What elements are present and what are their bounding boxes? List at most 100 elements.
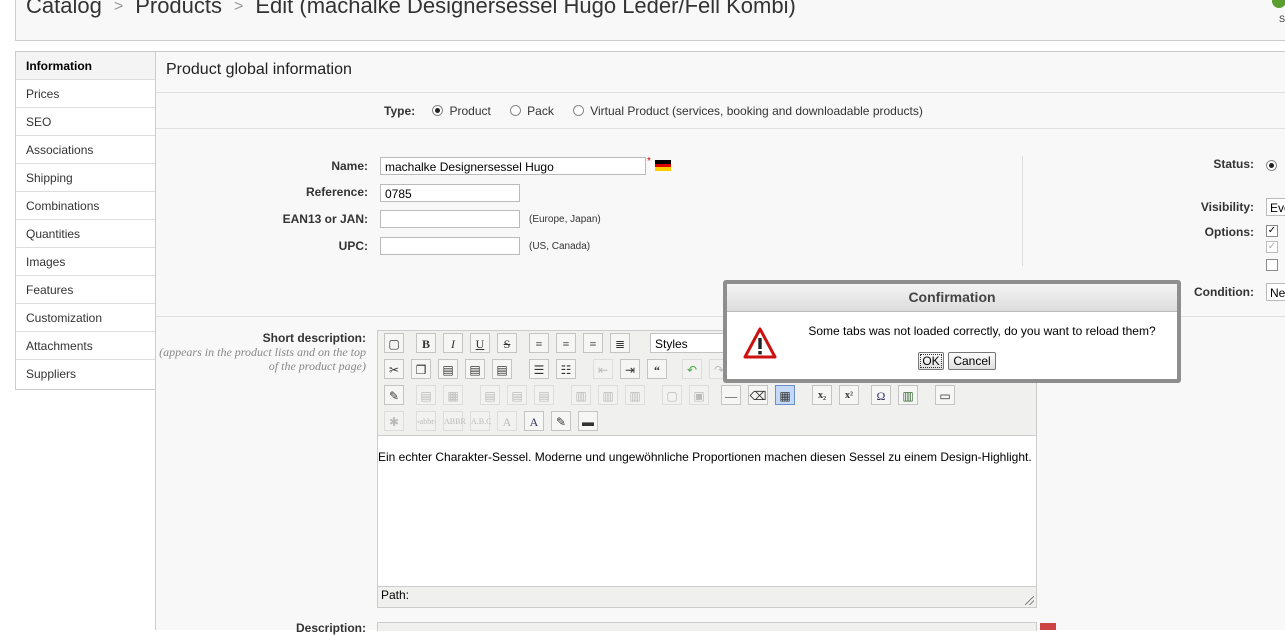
paste-text-icon[interactable]: ▤ [465, 359, 485, 379]
option-show-price-checkbox[interactable]: ✓ [1266, 241, 1278, 253]
numbered-list-icon[interactable]: ☷ [556, 359, 576, 379]
cut-icon[interactable]: ✂ [384, 359, 404, 379]
styles-select[interactable]: Styles [650, 333, 730, 353]
description-editor-toolbar [377, 622, 1037, 631]
visibility-select[interactable]: Eve [1266, 198, 1285, 216]
type-product-label[interactable]: Product [449, 104, 490, 118]
tab-features[interactable]: Features [16, 276, 156, 304]
delete-row-icon[interactable]: ▤ [534, 385, 554, 405]
acronym-icon[interactable]: ABBR [443, 411, 466, 431]
breadcrumb: Catalog > Products > Edit (machalke Designer… [26, 0, 796, 19]
font-color-icon[interactable]: A [524, 411, 544, 431]
tab-suppliers[interactable]: Suppliers [16, 360, 156, 389]
attributes-icon[interactable]: ✎ [551, 411, 571, 431]
italic-icon[interactable]: I [443, 333, 463, 353]
cancel-button[interactable]: Cancel [948, 352, 996, 370]
tab-customization[interactable]: Customization [16, 304, 156, 332]
merge-cells-icon[interactable]: ▣ [689, 385, 709, 405]
reference-input[interactable]: 0785 [380, 184, 520, 202]
indent-icon[interactable]: ⇥ [620, 359, 640, 379]
horizontal-rule-icon[interactable]: — [721, 385, 741, 405]
breadcrumb-catalog[interactable]: Catalog [26, 0, 102, 18]
tab-information[interactable]: Information [16, 52, 156, 80]
ean13-label: EAN13 or JAN: [282, 212, 368, 226]
germany-flag-icon[interactable] [655, 160, 671, 171]
copy-icon[interactable]: ❐ [411, 359, 431, 379]
edit-css-icon[interactable]: ✎ [384, 385, 404, 405]
reference-label: Reference: [305, 185, 368, 199]
special-char-icon[interactable]: Ω [871, 385, 891, 405]
tab-seo[interactable]: SEO [16, 108, 156, 136]
visual-aid-icon[interactable]: ✱ [384, 411, 404, 431]
strikethrough-icon[interactable]: S [497, 333, 517, 353]
delete-text-icon[interactable]: A [497, 411, 517, 431]
underline-icon[interactable]: U [470, 333, 490, 353]
divider [156, 92, 1285, 93]
tab-associations[interactable]: Associations [16, 136, 156, 164]
blockquote-icon[interactable]: “ [647, 359, 667, 379]
type-pack-radio[interactable] [510, 105, 522, 116]
align-left-icon[interactable]: ≡ [529, 333, 549, 353]
insert-row-before-icon[interactable]: ▤ [480, 385, 500, 405]
option-online-only-checkbox[interactable] [1266, 259, 1278, 271]
product-tabs-sidebar: Information Prices SEO Associations Ship… [15, 51, 156, 390]
type-virtual-radio[interactable] [573, 105, 585, 116]
tab-images[interactable]: Images [16, 248, 156, 276]
cite-icon[interactable]: A.B.C [470, 411, 491, 431]
align-justify-icon[interactable]: ≣ [610, 333, 630, 353]
status-label: Status: [1213, 157, 1254, 171]
delete-col-icon[interactable]: ▥ [625, 385, 645, 405]
breadcrumb-products[interactable]: Products [135, 0, 222, 18]
tab-attachments[interactable]: Attachments [16, 332, 156, 360]
options-label: Options: [1204, 225, 1254, 239]
ean13-hint: (Europe, Japan) [529, 214, 601, 225]
name-input[interactable]: machalke Designersessel Hugo [380, 157, 646, 175]
divider [156, 128, 1285, 129]
paste-icon[interactable]: ▤ [438, 359, 458, 379]
table-row-props-icon[interactable]: ▤ [416, 385, 436, 405]
tab-combinations[interactable]: Combinations [16, 192, 156, 220]
tab-shipping[interactable]: Shipping [16, 164, 156, 192]
save-icon[interactable] [1272, 0, 1285, 8]
tab-prices[interactable]: Prices [16, 80, 156, 108]
type-pack-label[interactable]: Pack [527, 104, 554, 118]
align-right-icon[interactable]: ≡ [583, 333, 603, 353]
media-icon[interactable]: ▥ [898, 385, 918, 405]
table-cell-props-icon[interactable]: ▦ [443, 385, 463, 405]
insert-col-after-icon[interactable]: ▥ [598, 385, 618, 405]
dialog-message: Some tabs was not loaded correctly, do y… [808, 324, 1156, 338]
align-center-icon[interactable]: ≡ [556, 333, 576, 353]
ean13-input[interactable] [380, 210, 520, 228]
subscript-icon[interactable]: x₂ [812, 385, 832, 405]
new-document-icon[interactable]: ▢ [384, 333, 404, 353]
insert-col-before-icon[interactable]: ▥ [571, 385, 591, 405]
fullscreen-icon[interactable]: ▭ [935, 385, 955, 405]
header-corner-label: S [1278, 14, 1285, 24]
visibility-label: Visibility: [1200, 200, 1254, 214]
short-description-label: Short description: [262, 331, 366, 345]
bullet-list-icon[interactable]: ☰ [529, 359, 549, 379]
resize-grip-icon[interactable] [1025, 596, 1034, 605]
type-virtual-label[interactable]: Virtual Product (services, booking and d… [590, 104, 923, 118]
undo-icon[interactable]: ↶ [682, 359, 702, 379]
split-cells-icon[interactable]: ▢ [662, 385, 682, 405]
paste-word-icon[interactable]: ▤ [492, 359, 512, 379]
bold-icon[interactable]: B [416, 333, 436, 353]
abbr-icon[interactable]: ‹abbr› [416, 411, 437, 431]
insert-layer-icon[interactable]: ▬ [578, 411, 598, 431]
table-icon[interactable]: ▦ [775, 385, 795, 405]
outdent-icon[interactable]: ⇤ [593, 359, 613, 379]
upc-input[interactable] [380, 237, 520, 255]
insert-row-after-icon[interactable]: ▤ [507, 385, 527, 405]
status-enabled-radio[interactable] [1266, 160, 1277, 171]
condition-select[interactable]: Ne [1266, 283, 1285, 301]
breadcrumb-separator-icon: > [113, 0, 124, 15]
ok-button[interactable]: OK [918, 352, 944, 370]
short-description-textarea[interactable]: Ein echter Charakter-Sessel. Moderne und… [378, 435, 1036, 587]
option-available-checkbox[interactable]: ✓ [1266, 225, 1278, 237]
superscript-icon[interactable]: x² [839, 385, 859, 405]
description-label: Description: [295, 621, 366, 635]
tab-quantities[interactable]: Quantities [16, 220, 156, 248]
type-product-radio[interactable] [432, 105, 444, 116]
remove-format-icon[interactable]: ⌫ [748, 385, 768, 405]
